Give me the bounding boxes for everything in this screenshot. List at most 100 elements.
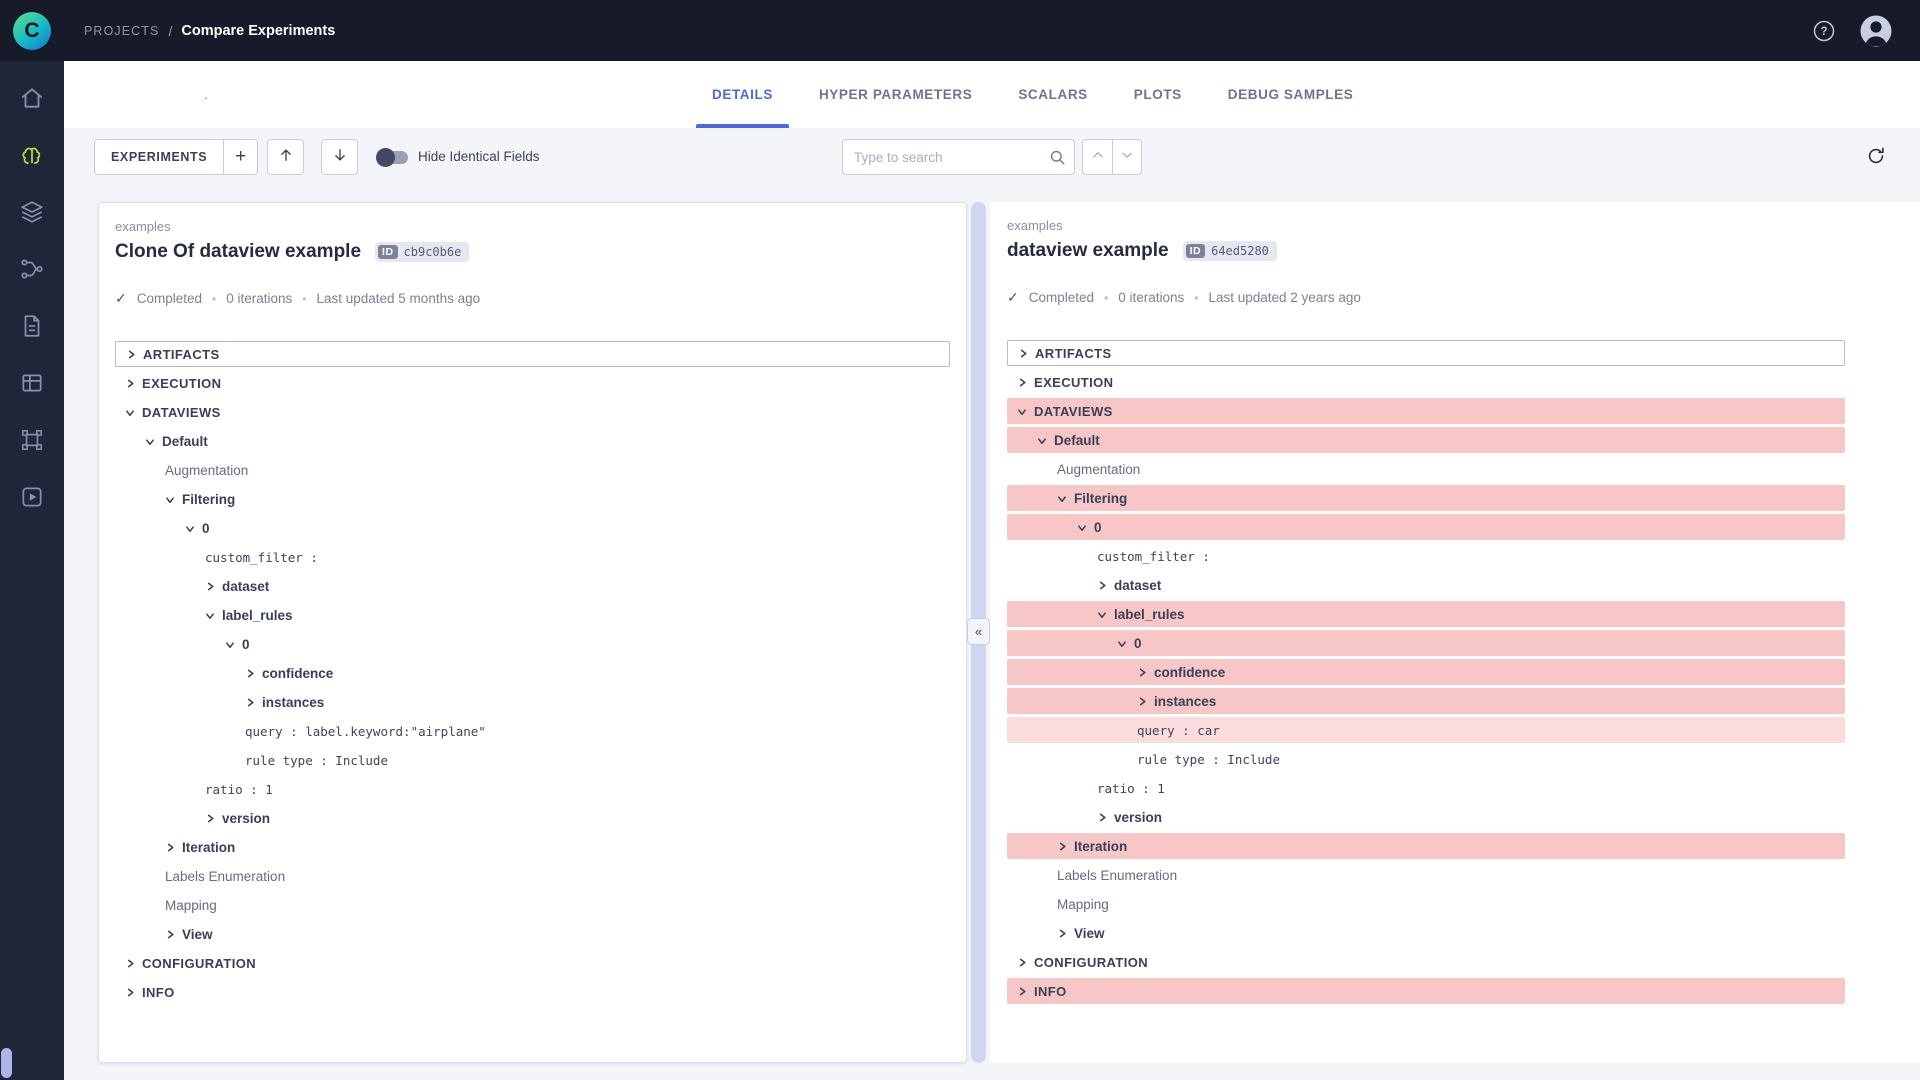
chevron-down-icon[interactable] bbox=[186, 523, 195, 533]
tree-row[interactable]: INFO bbox=[115, 979, 950, 1005]
chevron-right-icon[interactable] bbox=[165, 930, 175, 939]
chevron-right-icon[interactable] bbox=[205, 814, 215, 823]
sidebar-item-hyper-datasets[interactable] bbox=[0, 354, 64, 411]
tree-row[interactable]: instances bbox=[1007, 688, 1845, 714]
tree-row-label: rule type : Include bbox=[245, 753, 388, 768]
tab-debug-samples[interactable]: DEBUG SAMPLES bbox=[1226, 61, 1356, 128]
add-experiment-button[interactable]: + bbox=[223, 140, 257, 174]
experiments-button-label[interactable]: EXPERIMENTS bbox=[95, 140, 223, 174]
chevron-right-icon[interactable] bbox=[1017, 958, 1027, 967]
refresh-button[interactable] bbox=[1862, 144, 1890, 172]
tab-plots[interactable]: PLOTS bbox=[1132, 61, 1184, 128]
move-up-button[interactable] bbox=[267, 139, 304, 175]
chevron-down-icon[interactable] bbox=[226, 639, 235, 649]
tree-row[interactable]: 0 bbox=[115, 515, 950, 541]
tree-row[interactable]: ARTIFACTS bbox=[115, 341, 950, 367]
search-input[interactable] bbox=[842, 139, 1075, 175]
tree-row[interactable]: confidence bbox=[115, 660, 950, 686]
tree-row[interactable]: version bbox=[1007, 804, 1845, 830]
chevron-right-icon[interactable] bbox=[125, 959, 135, 968]
tree-row[interactable]: Default bbox=[115, 428, 950, 454]
chevron-right-icon[interactable] bbox=[125, 379, 135, 388]
sidebar-item-home[interactable] bbox=[0, 69, 64, 126]
tree-row[interactable]: Iteration bbox=[1007, 833, 1845, 859]
chevron-right-icon[interactable] bbox=[245, 669, 255, 678]
tree-row[interactable]: label_rules bbox=[1007, 601, 1845, 627]
chevron-down-icon[interactable] bbox=[1098, 609, 1107, 619]
previous-result-button[interactable] bbox=[1082, 139, 1112, 175]
sidebar-item-applications[interactable] bbox=[0, 468, 64, 525]
experiments-split-button[interactable]: EXPERIMENTS + bbox=[94, 139, 258, 175]
chevron-right-icon[interactable] bbox=[125, 988, 135, 997]
tree-row[interactable]: dataset bbox=[1007, 572, 1845, 598]
chevron-down-icon[interactable] bbox=[1078, 522, 1087, 532]
chevron-down-icon[interactable] bbox=[1038, 435, 1047, 445]
tab-scalars[interactable]: SCALARS bbox=[1016, 61, 1089, 128]
experiment-id-badge[interactable]: ID 64ed5280 bbox=[1183, 241, 1277, 261]
tree-row[interactable]: instances bbox=[115, 689, 950, 715]
tab-hyper-parameters[interactable]: HYPER PARAMETERS bbox=[817, 61, 974, 128]
iterations-text: 0 iterations bbox=[1118, 290, 1184, 305]
help-icon[interactable]: ? bbox=[1812, 19, 1836, 43]
tree-row[interactable]: 0 bbox=[1007, 630, 1845, 656]
chevron-right-icon[interactable] bbox=[245, 698, 255, 707]
sidebar-item-datasets[interactable] bbox=[0, 183, 64, 240]
tree-row[interactable]: EXECUTION bbox=[115, 370, 950, 396]
tree-row[interactable]: INFO bbox=[1007, 978, 1845, 1004]
chevron-right-icon[interactable] bbox=[1057, 929, 1067, 938]
tree-row[interactable]: confidence bbox=[1007, 659, 1845, 685]
chevron-right-icon[interactable] bbox=[165, 843, 175, 852]
tree-row[interactable]: ARTIFACTS bbox=[1007, 340, 1845, 366]
tree-row[interactable]: Default bbox=[1007, 427, 1845, 453]
chevron-right-icon[interactable] bbox=[1097, 813, 1107, 822]
chevron-right-icon[interactable] bbox=[1017, 987, 1027, 996]
tree-row[interactable]: Filtering bbox=[1007, 485, 1845, 511]
breadcrumb-projects[interactable]: PROJECTS bbox=[84, 24, 159, 38]
chevron-right-icon[interactable] bbox=[1017, 378, 1027, 387]
chevron-right-icon[interactable] bbox=[126, 350, 136, 359]
tree-row[interactable]: dataset bbox=[115, 573, 950, 599]
tree-row[interactable]: View bbox=[115, 921, 950, 947]
chevron-down-icon[interactable] bbox=[126, 407, 135, 417]
tree-row[interactable]: 0 bbox=[1007, 514, 1845, 540]
tree-row[interactable]: Iteration bbox=[115, 834, 950, 860]
tree-row[interactable]: EXECUTION bbox=[1007, 369, 1845, 395]
updated-text: Last updated 5 months ago bbox=[316, 291, 480, 306]
tab-details[interactable]: DETAILS bbox=[710, 61, 775, 128]
chevron-right-icon[interactable] bbox=[1018, 349, 1028, 358]
tree-row[interactable]: DATAVIEWS bbox=[1007, 398, 1845, 424]
chevron-right-icon[interactable] bbox=[1057, 842, 1067, 851]
sidebar-item-pipelines[interactable] bbox=[0, 240, 64, 297]
search-icon[interactable] bbox=[1048, 148, 1067, 172]
sidebar-item-projects[interactable] bbox=[0, 126, 64, 183]
tree-row[interactable]: version bbox=[115, 805, 950, 831]
next-result-button[interactable] bbox=[1112, 139, 1142, 175]
hide-identical-toggle[interactable] bbox=[378, 151, 408, 164]
tree-row[interactable]: 0 bbox=[115, 631, 950, 657]
collapse-panel-button[interactable]: « bbox=[967, 618, 990, 645]
chevron-down-icon[interactable] bbox=[166, 494, 175, 504]
chevron-right-icon[interactable] bbox=[1137, 668, 1147, 677]
tree-row[interactable]: Filtering bbox=[115, 486, 950, 512]
move-down-button[interactable] bbox=[321, 139, 358, 175]
chevron-down-icon[interactable] bbox=[146, 436, 155, 446]
tree-row[interactable]: CONFIGURATION bbox=[1007, 949, 1845, 975]
chevron-down-icon[interactable] bbox=[1018, 406, 1027, 416]
clearml-logo-icon[interactable]: C bbox=[13, 12, 51, 50]
tree-row[interactable]: DATAVIEWS bbox=[115, 399, 950, 425]
chevron-down-icon[interactable] bbox=[1058, 493, 1067, 503]
tree-row[interactable]: label_rules bbox=[115, 602, 950, 628]
chevron-down-icon[interactable] bbox=[1118, 638, 1127, 648]
sidebar-item-annotations[interactable] bbox=[0, 411, 64, 468]
chevron-down-icon[interactable] bbox=[206, 610, 215, 620]
tree-row[interactable]: CONFIGURATION bbox=[115, 950, 950, 976]
experiment-id-badge[interactable]: ID cb9c0b6e bbox=[375, 242, 469, 262]
chevron-right-icon[interactable] bbox=[1097, 581, 1107, 590]
sidebar-item-reports[interactable] bbox=[0, 297, 64, 354]
tree-row[interactable]: View bbox=[1007, 920, 1845, 946]
chevron-right-icon[interactable] bbox=[205, 582, 215, 591]
chevron-right-icon[interactable] bbox=[1137, 697, 1147, 706]
sidebar-scrollbar-thumb[interactable] bbox=[1, 1048, 12, 1078]
tree-row-label: View bbox=[182, 927, 213, 942]
user-avatar-icon[interactable] bbox=[1858, 13, 1894, 49]
